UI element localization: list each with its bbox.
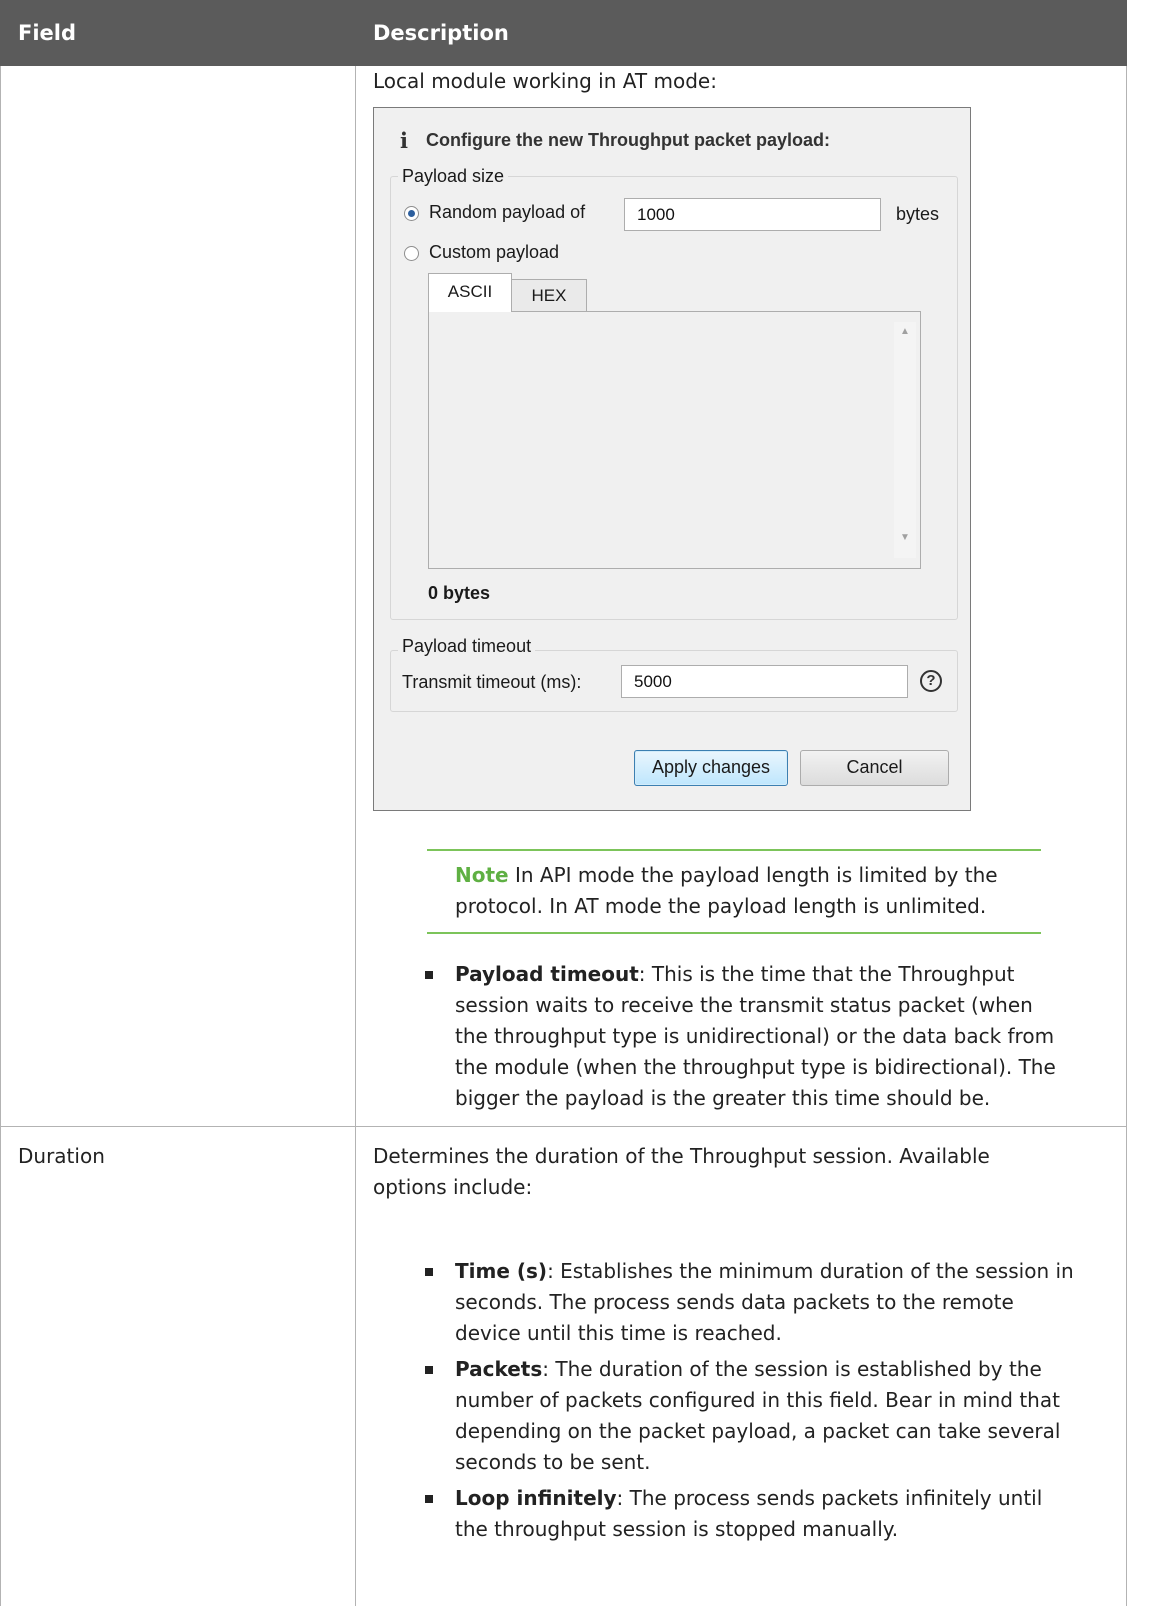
row-divider: [0, 1126, 1127, 1127]
note-bottom-rule: [427, 932, 1041, 934]
payload-size-legend: Payload size: [398, 166, 509, 187]
bullet-line: the module (when the throughput type is …: [455, 1055, 1056, 1079]
bytes-unit-label: bytes: [896, 204, 940, 224]
note-line-2: protocol. In AT mode the payload length …: [455, 894, 987, 918]
bullet-marker: [425, 1366, 433, 1374]
bullet-line: session waits to receive the transmit st…: [455, 993, 1033, 1017]
duration-intro-line: options include:: [373, 1175, 533, 1199]
bullet-line: depending on the packet payload, a packe…: [455, 1419, 1061, 1443]
header-field: Field: [18, 21, 77, 45]
bullet-term: Packets: [455, 1357, 543, 1381]
bullet-marker: [425, 1268, 433, 1276]
bullet-time: Time (s): Establishes the minimum durati…: [455, 1256, 1074, 1287]
custom-payload-radio[interactable]: [404, 246, 419, 261]
bullet-text: : The process sends packets infinitely u…: [616, 1486, 1043, 1510]
row1-intro: Local module working in AT mode:: [373, 69, 717, 93]
scroll-down-icon[interactable]: ▼: [900, 532, 910, 543]
table-border-right: [1126, 66, 1127, 1606]
bullet-line: bigger the payload is the greater this t…: [455, 1086, 991, 1110]
tab-ascii[interactable]: ASCII: [428, 273, 512, 312]
bullet-line: the throughput session is stopped manual…: [455, 1517, 899, 1541]
bullet-line: number of packets configured in this fie…: [455, 1388, 1060, 1412]
bullet-text: : The duration of the session is establi…: [542, 1357, 1042, 1381]
transmit-timeout-label: Transmit timeout (ms):: [402, 672, 582, 692]
note-top-rule: [427, 849, 1041, 851]
table-border-left: [0, 66, 1, 1606]
transmit-timeout-input[interactable]: 5000: [621, 665, 908, 698]
field-description-table: Field Description Local module working i…: [0, 0, 1127, 1606]
scroll-up-icon[interactable]: ▲: [900, 326, 910, 337]
help-icon[interactable]: ?: [920, 670, 942, 692]
bullet-line: device until this time is reached.: [455, 1321, 782, 1345]
cancel-button[interactable]: Cancel: [800, 750, 949, 786]
info-icon: i: [400, 128, 408, 153]
bullet-text: : This is the time that the Throughput: [638, 962, 1015, 986]
note-line-1: Note In API mode the payload length is l…: [455, 860, 998, 891]
bullet-marker: [425, 971, 433, 979]
payload-dialog-screenshot: i Configure the new Throughput packet pa…: [373, 107, 971, 811]
header-description: Description: [373, 21, 509, 45]
payload-timeout-legend: Payload timeout: [398, 636, 536, 657]
tab-hex[interactable]: HEX: [511, 279, 587, 313]
bullet-line: seconds to be sent.: [455, 1450, 651, 1474]
dialog-title: Configure the new Throughput packet payl…: [426, 130, 831, 150]
random-payload-label: Random payload of: [429, 202, 586, 222]
payload-scrollbar[interactable]: ▲ ▼: [894, 322, 916, 558]
bullet-payload-timeout: Payload timeout: This is the time that t…: [455, 959, 1014, 990]
bullet-text: : Establishes the minimum duration of th…: [547, 1259, 1074, 1283]
bullet-term: Loop infinitely: [455, 1486, 617, 1510]
note-text-1: In API mode the payload length is limite…: [508, 863, 998, 887]
bullet-loop: Loop infinitely: The process sends packe…: [455, 1483, 1042, 1514]
note-label: Note: [455, 863, 509, 887]
apply-changes-button[interactable]: Apply changes: [634, 750, 788, 786]
table-header: Field Description: [0, 0, 1127, 66]
bullet-line: seconds. The process sends data packets …: [455, 1290, 1014, 1314]
field-duration: Duration: [18, 1144, 105, 1168]
random-payload-radio[interactable]: [404, 206, 419, 221]
bullet-term: Payload timeout: [455, 962, 639, 986]
bullet-line: the throughput type is unidirectional) o…: [455, 1024, 1055, 1048]
payload-text-area[interactable]: ▲ ▼: [428, 311, 921, 569]
duration-intro-line: Determines the duration of the Throughpu…: [373, 1144, 990, 1168]
payload-byte-count: 0 bytes: [428, 583, 491, 603]
column-divider: [355, 66, 356, 1606]
bullet-packets: Packets: The duration of the session is …: [455, 1354, 1042, 1385]
random-payload-input[interactable]: 1000: [624, 198, 881, 231]
bullet-term: Time (s): [455, 1259, 548, 1283]
custom-payload-label: Custom payload: [429, 242, 560, 262]
bullet-marker: [425, 1495, 433, 1503]
